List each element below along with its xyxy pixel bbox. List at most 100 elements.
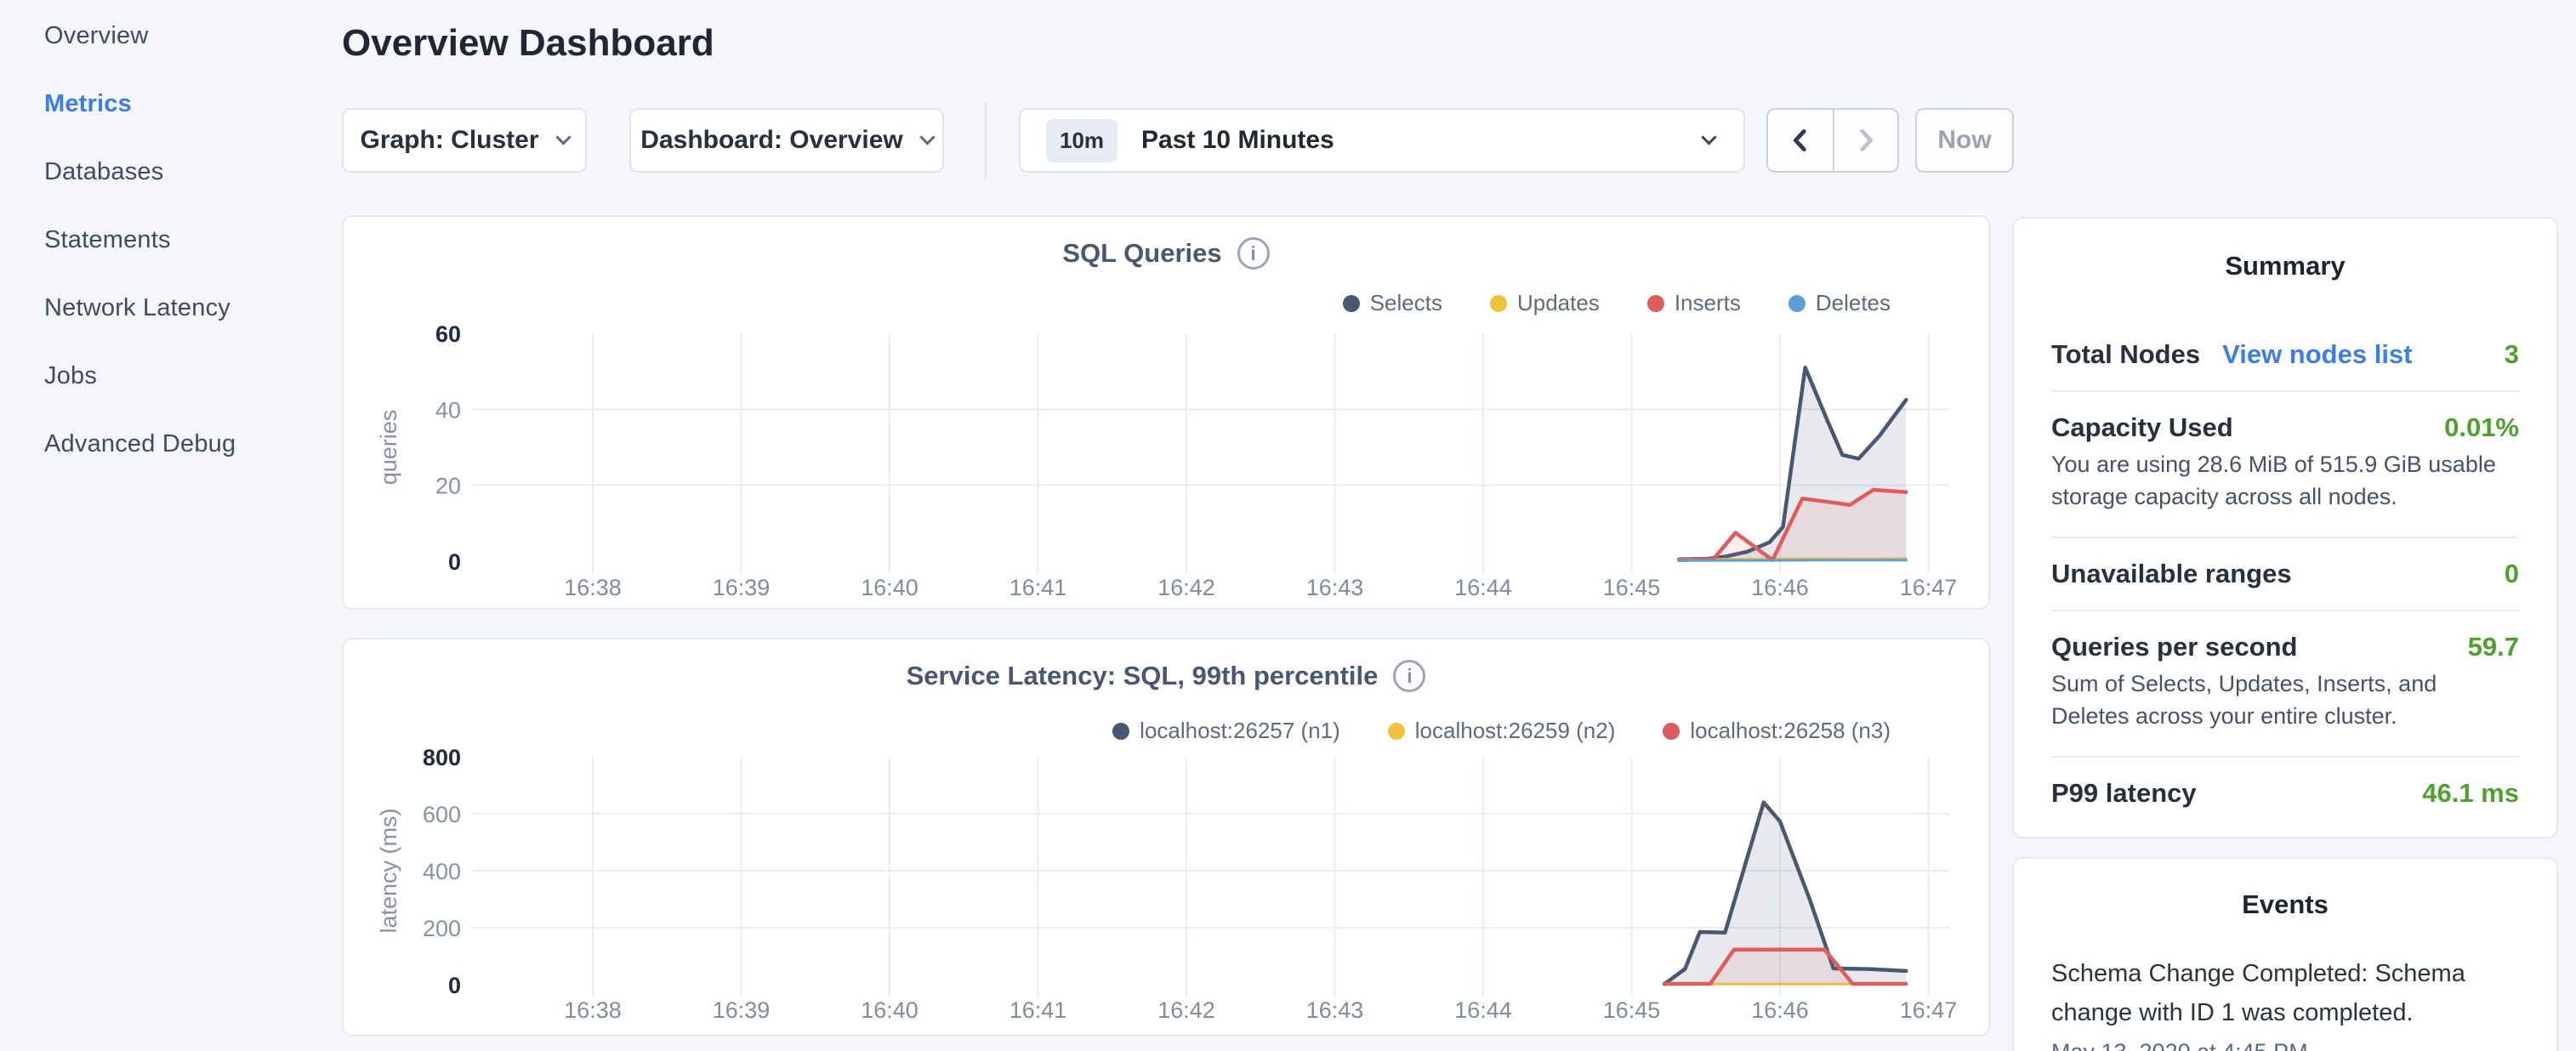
summary-rows: Total NodesView nodes list3Capacity Used…: [2051, 319, 2519, 814]
view-nodes-list-link[interactable]: View nodes list: [2222, 339, 2412, 370]
x-tick-label: 16:38: [564, 997, 622, 1023]
dashboard-dropdown[interactable]: Dashboard: Overview: [629, 108, 944, 173]
sidebar-item-overview[interactable]: Overview: [0, 2, 340, 70]
summary-title: Summary: [2051, 251, 2519, 281]
legend-dot-icon: [1647, 295, 1664, 312]
y-tick-label: 60: [435, 321, 461, 347]
now-button[interactable]: Now: [1915, 108, 2014, 173]
x-tick-label: 16:42: [1157, 997, 1215, 1023]
sidebar-item-databases[interactable]: Databases: [0, 138, 340, 206]
legend-dot-icon: [1388, 723, 1405, 740]
chevron-down-icon: [919, 129, 935, 145]
legend-item[interactable]: Selects: [1343, 290, 1442, 316]
legend-dot-icon: [1788, 295, 1805, 312]
x-tick-label: 16:41: [1009, 997, 1067, 1023]
x-tick-label: 16:47: [1900, 997, 1958, 1023]
y-tick-label: 600: [423, 802, 461, 827]
y-tick-label: 400: [423, 859, 461, 884]
legend-item[interactable]: Updates: [1490, 290, 1600, 316]
sql-queries-chart-card: SQL Queries i Selects Updates Inserts Delet…: [342, 215, 1990, 610]
sidebar-item-jobs[interactable]: Jobs: [0, 342, 340, 410]
legend-item[interactable]: localhost:26259 (n2): [1388, 718, 1616, 744]
legend-item[interactable]: Deletes: [1788, 290, 1891, 316]
x-tick-label: 16:43: [1306, 997, 1364, 1023]
summary-panel: Summary Total NodesView nodes list3Capac…: [2012, 217, 2558, 838]
service-latency-chart-card: Service Latency: SQL, 99th percentile i …: [342, 638, 1990, 1037]
summary-row: Queries per second 59.7: [2051, 611, 2519, 668]
chart-title: SQL Queries: [1062, 238, 1221, 269]
summary-row-subtext: You are using 28.6 MiB of 515.9 GiB usab…: [2051, 448, 2519, 521]
summary-row-label: Capacity Used: [2051, 412, 2233, 443]
sql-queries-plot: 16:3816:3916:4016:4116:4216:4316:4416:45…: [344, 217, 1992, 611]
legend-label: localhost:26259 (n2): [1415, 718, 1616, 744]
sidebar-nav: OverviewMetricsDatabasesStatementsNetwor…: [0, 0, 340, 1051]
legend-label: Updates: [1517, 290, 1600, 316]
sidebar-item-statements[interactable]: Statements: [0, 206, 340, 274]
legend-item[interactable]: Inserts: [1647, 290, 1741, 316]
summary-row-label: Unavailable ranges: [2051, 559, 2292, 589]
event-text: Schema Change Completed: Schema change w…: [2051, 954, 2519, 1032]
summary-row: Unavailable ranges0: [2051, 538, 2519, 594]
next-timespan-button[interactable]: [1833, 110, 1897, 171]
x-tick-label: 16:39: [713, 997, 771, 1023]
series-area: [1664, 950, 1906, 985]
legend-item[interactable]: localhost:26257 (n1): [1112, 718, 1340, 744]
y-tick-label: 0: [448, 973, 461, 998]
dashboard-dropdown-label: Dashboard: Overview: [640, 126, 902, 155]
chevron-down-icon: [555, 129, 571, 145]
info-icon[interactable]: i: [1237, 237, 1270, 270]
summary-row: Capacity Used0.01%: [2051, 392, 2519, 448]
sidebar-item-metrics[interactable]: Metrics: [0, 70, 340, 138]
series-area: [1664, 803, 1906, 985]
info-icon[interactable]: i: [1393, 660, 1425, 692]
controls-divider: [985, 102, 987, 179]
legend-label: localhost:26257 (n1): [1140, 718, 1340, 744]
summary-row-value: 46.1 ms: [2422, 778, 2519, 809]
events-title: Events: [2051, 889, 2519, 920]
graph-dropdown[interactable]: Graph: Cluster: [342, 108, 587, 173]
time-range-selector[interactable]: 10m Past 10 Minutes: [1019, 108, 1745, 173]
summary-row-label: P99 latency: [2051, 778, 2197, 809]
y-axis-label: queries: [376, 410, 401, 486]
chevron-left-icon: [1786, 126, 1815, 155]
x-tick-label: 16:44: [1454, 575, 1512, 600]
legend-dot-icon: [1663, 723, 1680, 740]
legend-label: Selects: [1370, 290, 1442, 316]
time-range-label: Past 10 Minutes: [1141, 126, 1334, 155]
chevron-down-icon: [1701, 129, 1716, 145]
y-tick-label: 0: [448, 549, 461, 575]
sidebar-item-advanced-debug[interactable]: Advanced Debug: [0, 410, 340, 478]
summary-row-value: 59.7: [2468, 632, 2519, 662]
x-tick-label: 16:46: [1751, 997, 1809, 1023]
graph-dropdown-label: Graph: Cluster: [360, 126, 538, 155]
chart-title: Service Latency: SQL, 99th percentile: [907, 661, 1379, 691]
x-tick-label: 16:43: [1306, 575, 1364, 600]
legend-item[interactable]: localhost:26258 (n3): [1663, 718, 1891, 744]
legend-dot-icon: [1490, 295, 1507, 312]
x-tick-label: 16:45: [1603, 575, 1661, 600]
x-tick-label: 16:39: [713, 575, 771, 600]
series-area: [1679, 367, 1906, 561]
event-item[interactable]: Schema Change Completed: Schema change w…: [2051, 954, 2519, 1051]
series-line: [1679, 367, 1906, 560]
page-title: Overview Dashboard: [342, 22, 714, 65]
y-tick-label: 800: [423, 745, 461, 770]
previous-timespan-button[interactable]: [1768, 110, 1833, 171]
x-tick-label: 16:41: [1009, 575, 1067, 600]
series-area: [1679, 490, 1906, 561]
y-tick-label: 200: [423, 916, 461, 941]
x-tick-label: 16:44: [1454, 997, 1512, 1023]
x-tick-label: 16:42: [1157, 575, 1215, 600]
summary-row-label: Queries per second: [2051, 632, 2297, 662]
chart-legend: localhost:26257 (n1) localhost:26259 (n2)…: [1112, 718, 1891, 744]
series-line: [1664, 950, 1906, 984]
sidebar-item-network-latency[interactable]: Network Latency: [0, 274, 340, 342]
events-list: Schema Change Completed: Schema change w…: [2051, 954, 2519, 1051]
chart-legend: Selects Updates Inserts Deletes: [1343, 290, 1891, 316]
series-line: [1679, 559, 1906, 560]
chevron-right-icon: [1851, 126, 1880, 155]
service-latency-plot: 16:3816:3916:4016:4116:4216:4316:4416:45…: [344, 639, 1992, 1038]
legend-dot-icon: [1343, 295, 1360, 312]
y-tick-label: 40: [435, 397, 461, 423]
y-tick-label: 20: [435, 474, 461, 499]
